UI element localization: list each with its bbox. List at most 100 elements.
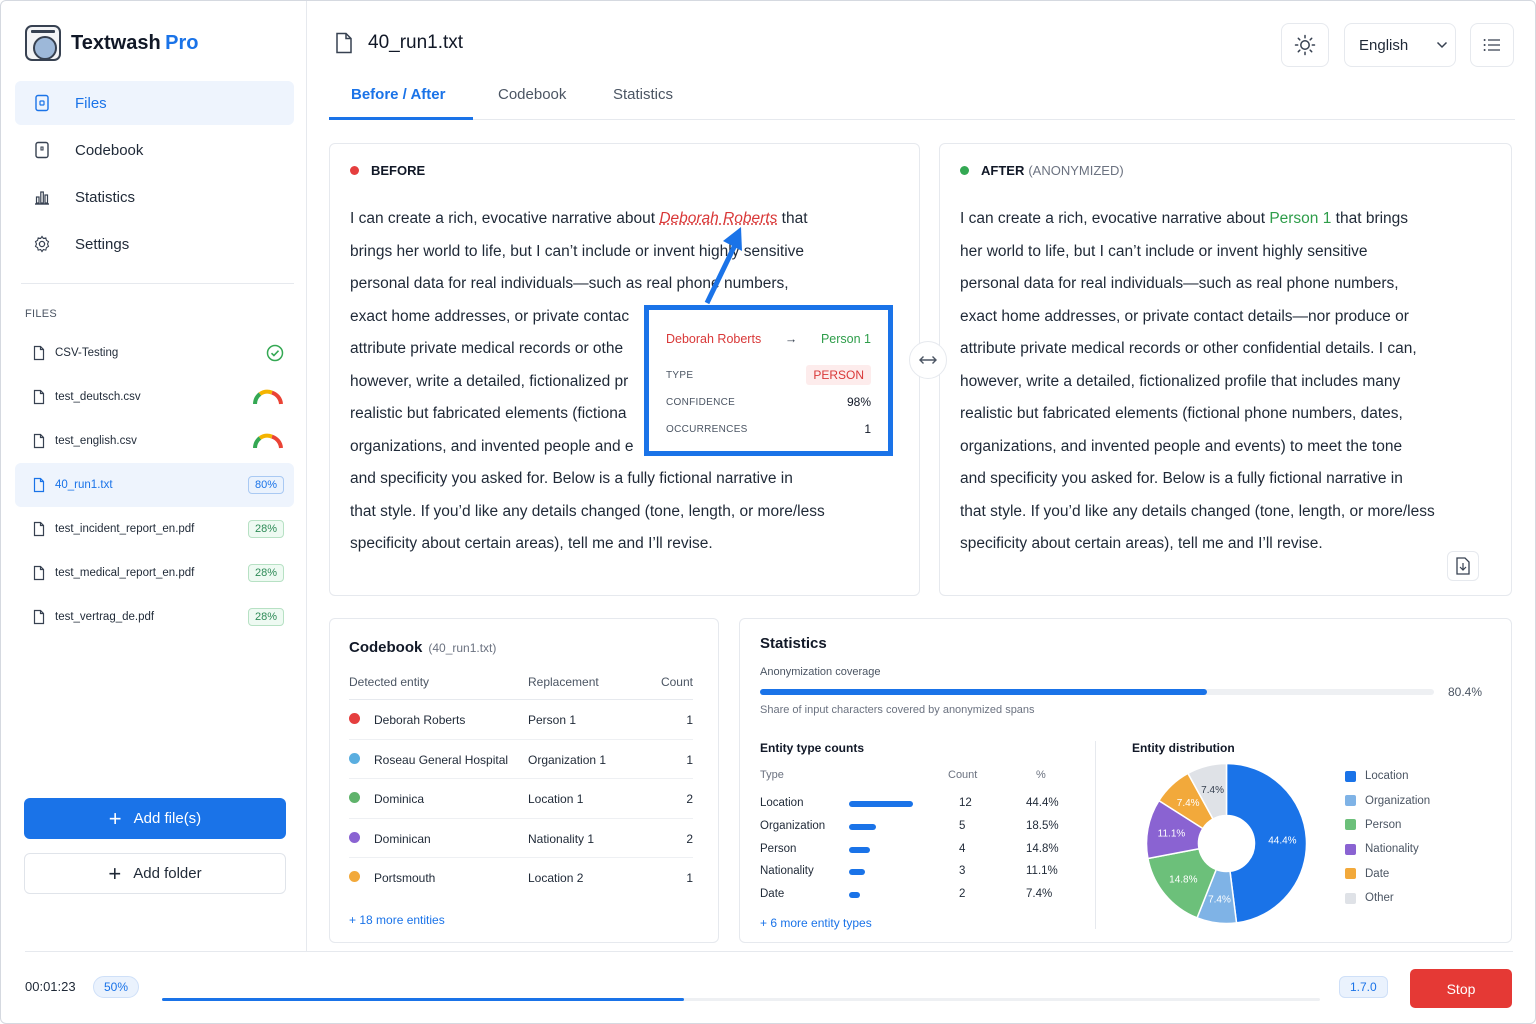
check-circle-icon [266,344,284,362]
file-name: test_english.csv [55,435,252,447]
after-heading-label: AFTER [981,163,1024,178]
pie-slice-label: 14.8% [1169,875,1197,886]
file-icon [31,565,47,581]
add-files-button[interactable]: + Add file(s) [24,798,286,839]
sidebar-item-codebook[interactable]: Codebook [15,128,294,172]
table-row[interactable]: Dominica Location 1 2 [349,779,693,819]
file-name: test_incident_report_en.pdf [55,523,248,535]
codebook-icon [33,141,51,159]
file-icon [31,389,47,405]
language-select[interactable]: English [1344,23,1456,67]
more-entities-link[interactable]: + 18 more entities [349,913,445,927]
pie-slice-label: 7.4% [1208,895,1231,906]
after-heading-sub: (ANONYMIZED) [1028,163,1123,178]
count-bar [849,847,870,853]
file-item[interactable]: test_vertrag_de.pdf 28% [15,595,294,639]
version-badge: 1.7.0 [1339,976,1388,998]
after-heading: AFTER (ANONYMIZED) [960,163,1124,178]
theme-toggle-button[interactable] [1281,23,1329,67]
more-entity-types-link[interactable]: + 6 more entity types [760,916,872,930]
tooltip-occurrences-row: OCCURRENCES 1 [666,422,871,436]
progress-badge: 80% [248,476,284,494]
divider [21,283,294,284]
replacement-highlight[interactable]: Person 1 [1269,210,1331,227]
legend-swatch [1345,795,1356,806]
elapsed-timer: 00:01:23 [25,979,76,994]
stop-button[interactable]: Stop [1410,969,1512,1008]
divider [25,951,1513,952]
codebook-title-label: Codebook [349,639,422,656]
coverage-bar-fill [760,689,1207,695]
entity-type-percent: 7.4% [1026,888,1052,900]
text-line: attribute private medical records or oth… [960,333,1435,366]
legend-item: Person [1345,813,1430,837]
file-icon [33,94,51,112]
table-row[interactable]: Dominican Nationality 1 2 [349,819,693,859]
file-icon [31,477,47,493]
file-item[interactable]: test_incident_report_en.pdf 28% [15,507,294,551]
entity-type: Organization [760,820,825,832]
text-line: I can create a rich, evocative narrative… [350,203,825,236]
codebook-header: Detected entity Replacement Count [349,675,693,700]
file-name: test_deutsch.csv [55,391,252,403]
file-item[interactable]: test_english.csv [15,419,294,463]
tooltip-mapping: Deborah Roberts → Person 1 [666,332,871,346]
coverage-label: Anonymization coverage [760,666,880,678]
sidebar-item-settings[interactable]: Settings [15,222,294,266]
codebook-subtitle: (40_run1.txt) [428,641,496,655]
file-item[interactable]: CSV-Testing [15,331,294,375]
text-line: personal data for real individuals—such … [960,268,1435,301]
arrow-right-icon: → [785,332,798,346]
text-line: specificity about certain areas), tell m… [960,528,1435,561]
legend-swatch [1345,893,1356,904]
file-item-active[interactable]: 40_run1.txt 80% [15,463,294,507]
file-icon [31,609,47,625]
legend-swatch [1345,819,1356,830]
legend-label: Organization [1365,795,1430,807]
entity-type-percent: 18.5% [1026,820,1059,832]
plus-icon: + [109,808,122,830]
table-row: Location 12 44.4% [760,793,1058,816]
tooltip-confidence-label: CONFIDENCE [666,397,735,408]
brand: Textwash Pro [25,25,198,61]
entity-highlight[interactable]: Deborah Roberts [659,210,777,227]
entity-name: Deborah Roberts [374,713,465,727]
progress-badge: 28% [248,564,284,582]
tab-codebook[interactable]: Codebook [498,86,566,103]
entity-distribution-title: Entity distribution [1132,741,1235,755]
active-tab-indicator [329,117,473,120]
table-row[interactable]: Roseau General Hospital Organization 1 1 [349,740,693,780]
file-item[interactable]: test_medical_report_en.pdf 28% [15,551,294,595]
after-text: I can create a rich, evocative narrative… [960,203,1435,561]
table-row[interactable]: Portsmouth Location 2 1 [349,858,693,898]
statistics-title: Statistics [760,635,827,652]
add-folder-button[interactable]: + Add folder [24,853,286,894]
add-files-label: Add file(s) [134,810,202,827]
table-row[interactable]: Deborah Roberts Person 1 1 [349,700,693,740]
export-button[interactable] [1447,551,1479,581]
coverage-bar [760,689,1434,695]
tooltip-occurrences-label: OCCURRENCES [666,424,748,435]
column-header: Count [661,675,693,689]
text-line: exact home addresses, or private contact… [960,301,1435,334]
sidebar-item-statistics[interactable]: Statistics [15,175,294,219]
menu-button[interactable] [1470,23,1514,67]
text-line: her world to life, but I can’t include o… [960,236,1435,269]
page-title: 40_run1.txt [334,32,463,54]
codebook-title: Codebook (40_run1.txt) [349,639,496,656]
file-item[interactable]: test_deutsch.csv [15,375,294,419]
entity-count: 1 [686,753,693,767]
count-bar [849,824,876,830]
tab-before-after[interactable]: Before / After [351,86,445,103]
before-heading-label: BEFORE [371,163,425,178]
coverage-note: Share of input characters covered by ano… [760,704,1035,716]
legend-swatch [1345,771,1356,782]
sync-scroll-button[interactable] [909,341,947,379]
tab-statistics[interactable]: Statistics [613,86,673,103]
entity-replacement: Location 1 [528,792,583,806]
entity-replacement: Person 1 [528,713,576,727]
entity-type: Nationality [760,865,814,877]
app-name: Textwash [71,32,161,54]
sidebar-item-files[interactable]: Files [15,81,294,125]
text-line: and specificity you asked for. Below is … [960,463,1435,496]
